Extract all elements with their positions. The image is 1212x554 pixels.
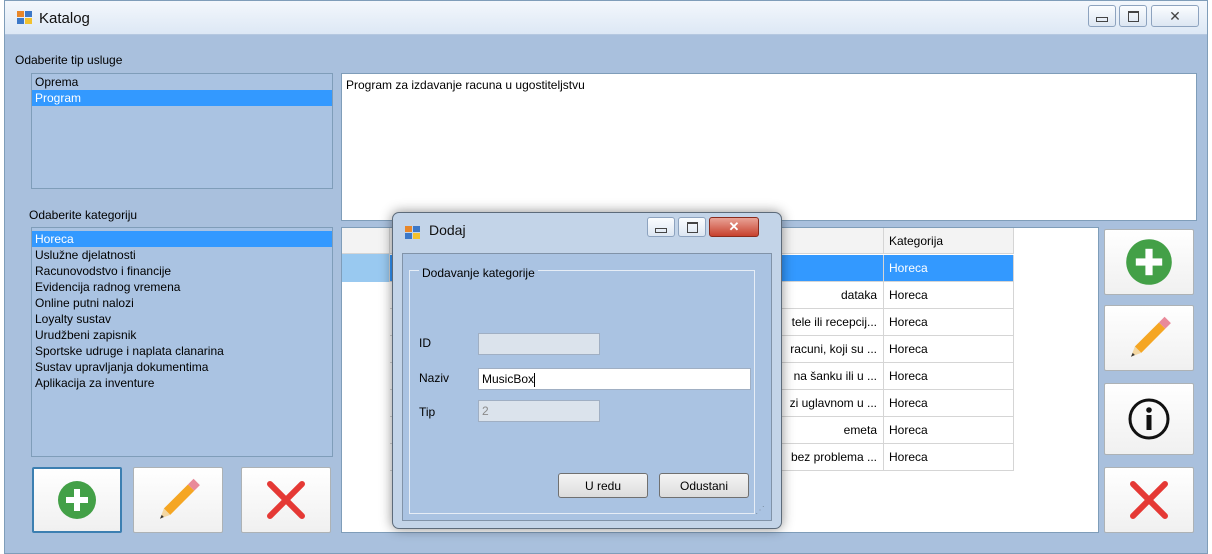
dialog-close-button[interactable]: ✕ xyxy=(709,217,759,237)
tip-label: Tip xyxy=(419,405,436,419)
description-text: Program za izdavanje racuna u ugostitelj… xyxy=(346,78,585,92)
category-item[interactable]: Loyalty sustav xyxy=(32,311,332,327)
cancel-button[interactable]: Odustani xyxy=(659,473,749,498)
minimize-icon xyxy=(1096,16,1108,22)
dialog-client-area: Dodavanje kategorije ID Naziv MusicBox T… xyxy=(402,253,772,521)
naziv-label: Naziv xyxy=(419,371,450,385)
maximize-icon xyxy=(1127,10,1139,22)
add-category-button[interactable] xyxy=(32,467,122,533)
app-icon xyxy=(17,11,33,25)
table-cell-kategorija[interactable]: Horeca xyxy=(884,282,1014,309)
grid-header-kategorija[interactable]: Kategorija xyxy=(884,228,1014,254)
edit-category-button[interactable] xyxy=(133,467,223,533)
close-window-button[interactable]: ✕ xyxy=(1151,5,1199,27)
grid-corner-header xyxy=(342,228,390,254)
service-type-item[interactable]: Program xyxy=(32,90,332,106)
table-cell-kategorija[interactable]: Horeca xyxy=(884,363,1014,390)
red-x-icon xyxy=(267,481,305,519)
id-label: ID xyxy=(419,336,431,350)
category-item[interactable]: Urudžbeni zapisnik xyxy=(32,327,332,343)
category-item[interactable]: Racunovodstvo i financije xyxy=(32,263,332,279)
maximize-icon xyxy=(686,221,698,233)
info-button[interactable] xyxy=(1104,383,1194,455)
category-item[interactable]: Uslužne djelatnosti xyxy=(32,247,332,263)
edit-product-button[interactable] xyxy=(1104,305,1194,371)
category-label: Odaberite kategoriju xyxy=(29,208,138,222)
pencil-icon xyxy=(1130,316,1171,357)
category-item[interactable]: Evidencija radnog vremena xyxy=(32,279,332,295)
naziv-value: MusicBox xyxy=(482,372,535,386)
category-listbox[interactable]: Horeca Uslužne djelatnosti Racunovodstvo i… xyxy=(31,227,333,457)
info-icon xyxy=(1128,398,1170,440)
dialog-maximize-button[interactable] xyxy=(678,217,706,237)
window-title: Katalog xyxy=(39,10,90,27)
table-cell-kategorija[interactable]: Horeca xyxy=(884,309,1014,336)
plus-circle-icon xyxy=(58,481,96,519)
service-type-listbox[interactable]: Oprema Program xyxy=(31,73,333,189)
dialog-app-icon xyxy=(405,226,421,240)
category-item[interactable]: Online putni nalozi xyxy=(32,295,332,311)
delete-product-button[interactable] xyxy=(1104,467,1194,533)
service-type-label: Odaberite tip usluge xyxy=(15,53,123,67)
resize-grip-icon[interactable]: ⋰ xyxy=(755,504,769,518)
category-item[interactable]: Sustav upravljanja dokumentima xyxy=(32,359,332,375)
groupbox-title: Dodavanje kategorije xyxy=(419,266,538,280)
tip-field: 2 xyxy=(478,400,600,422)
category-item[interactable]: Sportske udruge i naplata clanarina xyxy=(32,343,332,359)
table-cell-kategorija[interactable]: Horeca xyxy=(884,255,1014,282)
text-cursor xyxy=(534,372,536,387)
maximize-button[interactable] xyxy=(1119,5,1147,27)
close-icon: ✕ xyxy=(1169,7,1181,24)
minimize-icon xyxy=(655,227,667,233)
id-field xyxy=(478,333,600,355)
dialog-minimize-button[interactable] xyxy=(647,217,675,237)
minimize-button[interactable] xyxy=(1088,5,1116,27)
service-type-item[interactable]: Oprema xyxy=(32,74,332,90)
close-icon: ✕ xyxy=(728,219,740,234)
delete-category-button[interactable] xyxy=(241,467,331,533)
title-bar: Katalog ✕ xyxy=(5,1,1207,35)
add-product-button[interactable] xyxy=(1104,229,1194,295)
naziv-input[interactable]: MusicBox xyxy=(478,368,751,390)
table-cell-kategorija[interactable]: Horeca xyxy=(884,417,1014,444)
description-textbox[interactable]: Program za izdavanje racuna u ugostitelj… xyxy=(341,73,1197,221)
category-item[interactable]: Horeca xyxy=(32,231,332,247)
table-cell-kategorija[interactable]: Horeca xyxy=(884,336,1014,363)
red-x-icon xyxy=(1130,481,1168,519)
plus-circle-icon xyxy=(1126,239,1172,285)
table-cell-kategorija[interactable]: Horeca xyxy=(884,444,1014,471)
add-category-dialog: Dodaj ✕ Dodavanje kategorije ID Naziv Mu… xyxy=(392,212,782,529)
category-item[interactable]: Aplikacija za inventure xyxy=(32,375,332,391)
ok-button[interactable]: U redu xyxy=(558,473,648,498)
dialog-title: Dodaj xyxy=(429,222,466,238)
pencil-icon xyxy=(159,478,200,519)
table-cell-kategorija[interactable]: Horeca xyxy=(884,390,1014,417)
